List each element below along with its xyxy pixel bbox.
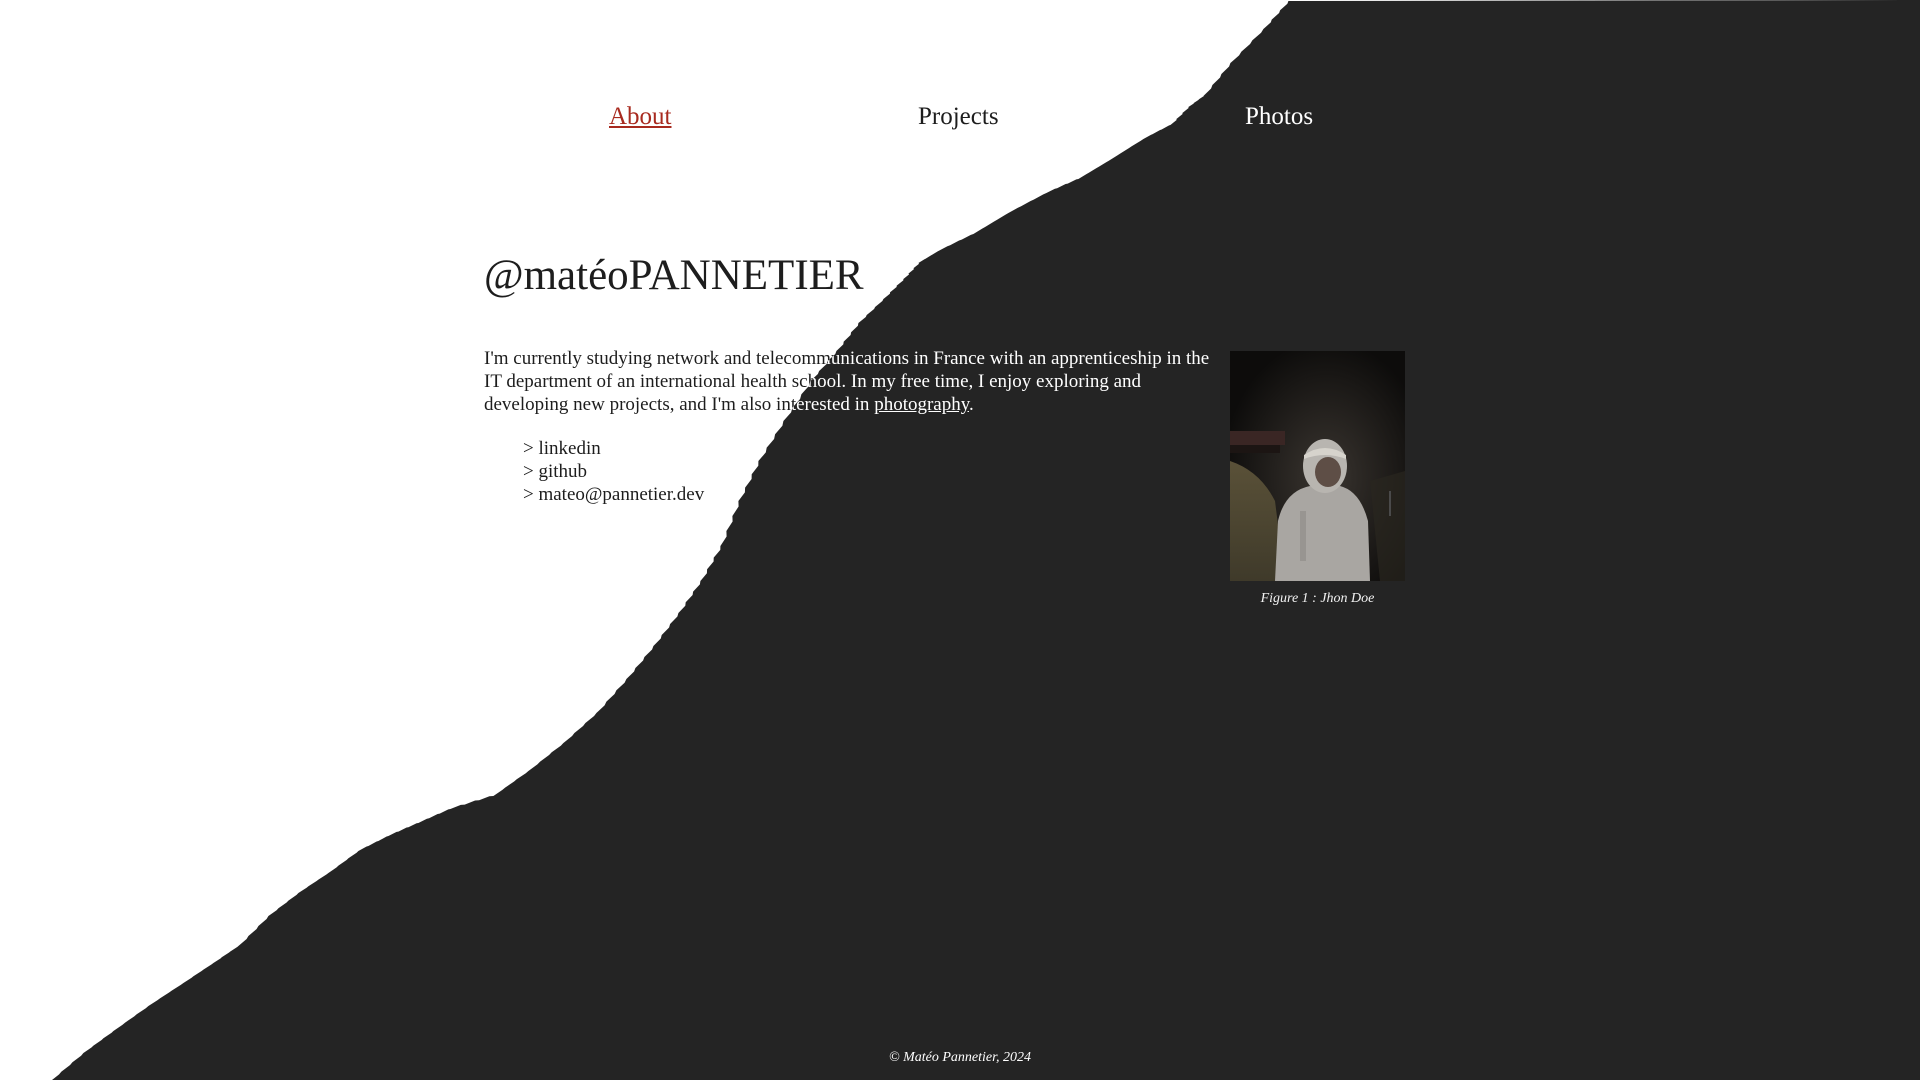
figure-caption: Figure 1 : Jhon Doe (1260, 591, 1375, 606)
github-link[interactable]: > github (523, 461, 587, 482)
profile-photo (1230, 351, 1405, 581)
torn-paper-background (52, 0, 1920, 1080)
list-item: > linkedin (523, 437, 704, 460)
list-item: > mateo@pannetier.dev (523, 483, 704, 506)
list-item: > github (523, 460, 704, 483)
social-links: > linkedin > github > mateo@pannetier.de… (523, 437, 704, 506)
email-link[interactable]: > mateo@pannetier.dev (523, 484, 704, 505)
nav-projects-link[interactable]: Projects (918, 101, 999, 133)
site-title: @matéoPANNETIER (484, 252, 864, 299)
page: About Projects Photos @matéoPANNETIER I'… (0, 0, 1920, 1080)
footer: © Matéo Pannetier, 2024 (888, 1050, 1032, 1065)
dark-region (52, 0, 1920, 1080)
linkedin-link[interactable]: > linkedin (523, 438, 601, 459)
nav-about-link[interactable]: About (609, 101, 672, 133)
profile-figure: Figure 1 : Jhon Doe (1230, 351, 1405, 608)
